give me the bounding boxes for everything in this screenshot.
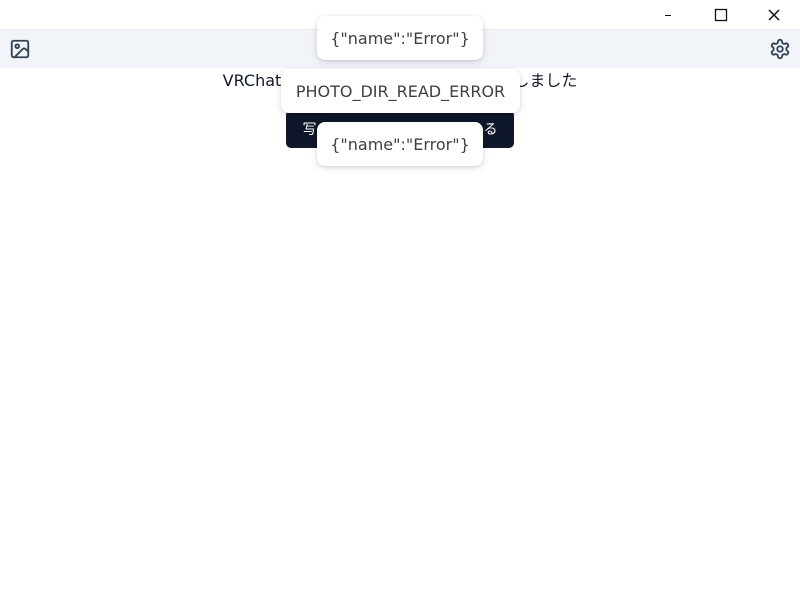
gallery-button[interactable] (9, 38, 31, 60)
toast-notification[interactable]: {"name":"Error"} (317, 122, 483, 166)
minimize-icon (664, 14, 671, 16)
window-controls (641, 0, 800, 29)
toast-message: PHOTO_DIR_READ_ERROR (295, 81, 506, 101)
toast-notification[interactable]: PHOTO_DIR_READ_ERROR (281, 69, 520, 113)
button-label-prefix: 写 (302, 122, 317, 138)
close-button[interactable] (747, 0, 800, 29)
close-icon (767, 8, 780, 21)
button-label-suffix: る (483, 122, 498, 138)
toast-notification[interactable]: {"name":"Error"} (317, 16, 483, 60)
maximize-icon (714, 8, 727, 21)
toast-message: {"name":"Error"} (330, 28, 470, 48)
gear-icon (770, 38, 790, 60)
minimize-button[interactable] (641, 0, 694, 29)
error-message-prefix: VRChat (222, 71, 282, 90)
maximize-button[interactable] (694, 0, 747, 29)
settings-button[interactable] (769, 38, 791, 60)
image-icon (10, 39, 30, 59)
error-message-suffix: しました (513, 71, 578, 90)
toast-message: {"name":"Error"} (330, 134, 470, 154)
